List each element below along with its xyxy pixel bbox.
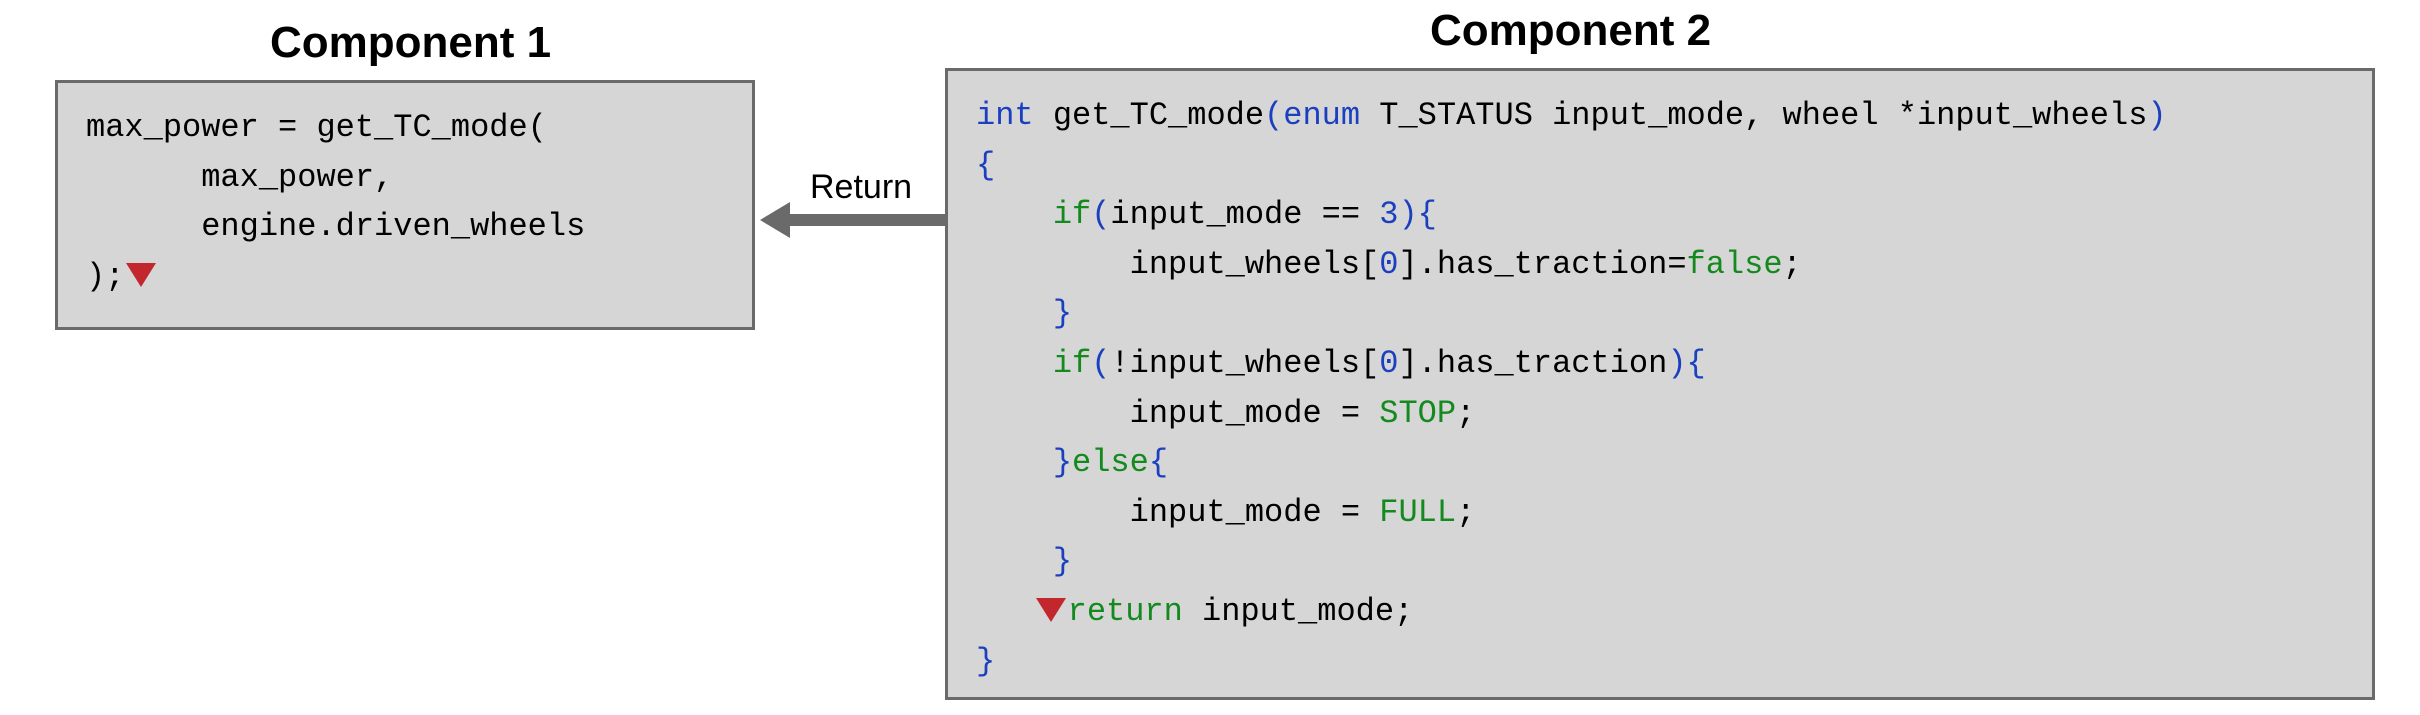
brace-close: } — [976, 643, 995, 680]
if1-pc: ){ — [1398, 196, 1436, 233]
kw-int: int — [976, 97, 1034, 134]
breakpoint-icon — [126, 263, 156, 287]
if1-num: 3 — [1379, 196, 1398, 233]
if2-cond: !input_wheels[ — [1110, 345, 1379, 382]
kw-if2: if — [1053, 345, 1091, 382]
if1-semi: ; — [1783, 246, 1802, 283]
component1-code: max_power = get_TC_mode( max_power, engi… — [86, 103, 724, 301]
breakpoint-icon — [1036, 598, 1066, 622]
else-semi: ; — [1456, 494, 1475, 531]
component2-title: Component 2 — [1430, 6, 1711, 56]
component2-code: int get_TC_mode(enum T_STATUS input_mode… — [976, 91, 2344, 686]
c1-line3: engine.driven_wheels — [86, 208, 585, 245]
if2-body: input_mode = — [976, 395, 1379, 432]
else-body: input_mode = — [976, 494, 1379, 531]
arrow-shaft — [790, 214, 945, 226]
if1-po: ( — [1091, 196, 1110, 233]
if1-body2: ].has_traction= — [1398, 246, 1686, 283]
c1-line2: max_power, — [86, 159, 393, 196]
else-closeb: } — [976, 444, 1072, 481]
if1-cond: input_mode == — [1110, 196, 1379, 233]
if1-body: input_wheels[ — [976, 246, 1379, 283]
if2-semi: ; — [1456, 395, 1475, 432]
arrow-head-icon — [760, 202, 790, 238]
brace-open: { — [976, 147, 995, 184]
if1-close: } — [976, 295, 1072, 332]
else-openb: { — [1149, 444, 1168, 481]
kw-enum: enum — [1283, 97, 1360, 134]
kw-if1: if — [1053, 196, 1091, 233]
c1-line4: ); — [86, 258, 124, 295]
diagram-canvas: Component 1 max_power = get_TC_mode( max… — [0, 0, 2420, 715]
ret-expr: input_mode; — [1183, 593, 1413, 630]
fn-name: get_TC_mode — [1034, 97, 1264, 134]
enum-stop: STOP — [1379, 395, 1456, 432]
kw-return: return — [1068, 593, 1183, 630]
if2-po: ( — [1091, 345, 1110, 382]
if2-idx: 0 — [1379, 345, 1398, 382]
component2-codebox: int get_TC_mode(enum T_STATUS input_mode… — [945, 68, 2375, 700]
enum-full: FULL — [1379, 494, 1456, 531]
component1-title: Component 1 — [270, 18, 551, 68]
return-arrow-label: Return — [810, 168, 912, 207]
if2-pc: ){ — [1667, 345, 1705, 382]
kw-false: false — [1687, 246, 1783, 283]
kw-else: else — [1072, 444, 1149, 481]
block-close: } — [976, 543, 1072, 580]
fn-params: T_STATUS input_mode, wheel *input_wheels — [1360, 97, 2147, 134]
if2-cond2: ].has_traction — [1398, 345, 1667, 382]
if1-idx: 0 — [1379, 246, 1398, 283]
p-close: ) — [2147, 97, 2166, 134]
component1-codebox: max_power = get_TC_mode( max_power, engi… — [55, 80, 755, 330]
p-open: ( — [1264, 97, 1283, 134]
c1-line1: max_power = get_TC_mode( — [86, 109, 547, 146]
